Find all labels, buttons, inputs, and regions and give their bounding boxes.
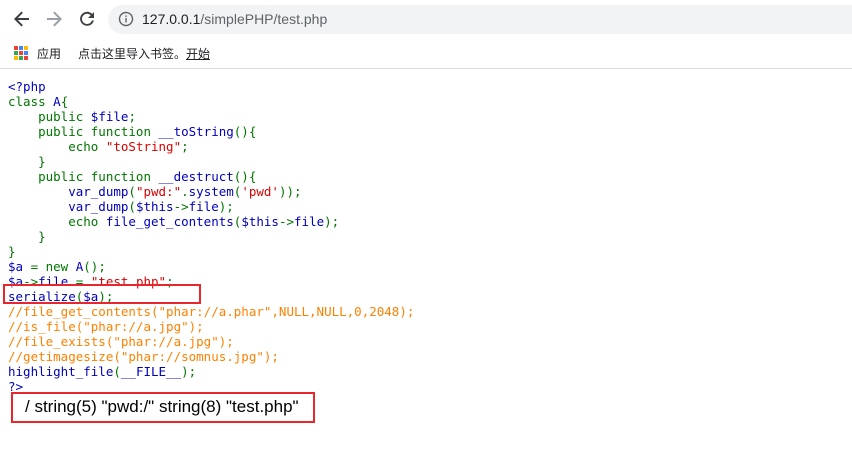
code-token: -> xyxy=(173,199,189,214)
code-line: public function __toString(){ xyxy=(8,124,414,139)
code-line: $a = new A(); xyxy=(8,259,414,274)
code-token: -> xyxy=(278,214,295,229)
code-token: } xyxy=(8,154,46,169)
apps-grid-dot xyxy=(14,46,18,50)
code-token: ); xyxy=(181,364,197,379)
code-line: //file_get_contents("phar://a.phar",NULL… xyxy=(8,304,414,319)
code-line: class A{ xyxy=(8,94,414,109)
code-line: public function __destruct(){ xyxy=(8,169,414,184)
forward-button[interactable] xyxy=(42,7,66,31)
code-line: //file_exists("phar://a.jpg"); xyxy=(8,334,414,349)
code-token: __toString xyxy=(158,124,234,139)
code-token: A xyxy=(53,94,61,109)
script-output: / string(5) "pwd:/" string(8) "test.php" xyxy=(25,397,299,416)
code-token: public xyxy=(8,109,91,124)
code-token: file xyxy=(294,214,325,229)
apps-grid-dot xyxy=(14,56,18,60)
code-token: __FILE__ xyxy=(120,364,182,379)
reload-icon xyxy=(80,11,94,26)
code-token: ; xyxy=(181,139,189,154)
code-token: ; xyxy=(128,109,136,124)
apps-grid-icon xyxy=(14,46,28,60)
code-token: { xyxy=(60,94,69,109)
code-token: $this xyxy=(241,214,279,229)
code-token: ( xyxy=(128,184,136,199)
code-line: //is_file("phar://a.jpg"); xyxy=(8,319,414,334)
url-host: 127.0.0.1 xyxy=(142,11,201,27)
code-token: var_dump xyxy=(8,199,129,214)
code-line: } xyxy=(8,229,414,244)
info-icon[interactable] xyxy=(118,11,134,27)
address-bar[interactable]: 127.0.0.1/simplePHP/test.php xyxy=(108,5,852,34)
import-start-link[interactable]: 开始 xyxy=(186,47,210,61)
code-token: 'pwd' xyxy=(241,184,279,199)
apps-label: 应用 xyxy=(37,46,62,61)
url-text[interactable]: 127.0.0.1/simplePHP/test.php xyxy=(142,5,327,34)
code-token: //getimagesize("phar://somnus.jpg"); xyxy=(8,349,279,364)
code-token: ); xyxy=(324,214,340,229)
code-token: <?php xyxy=(8,79,46,94)
code-token: echo xyxy=(8,214,106,229)
code-token: )); xyxy=(278,184,302,199)
apps-grid-dot xyxy=(24,56,28,60)
code-token: system xyxy=(188,184,234,199)
code-line: <?php xyxy=(8,79,414,94)
code-token: public function xyxy=(8,124,159,139)
code-line: echo "toString"; xyxy=(8,139,414,154)
apps-grid-dot xyxy=(14,51,18,55)
code-token: (){ xyxy=(233,169,257,184)
code-token: ( xyxy=(113,364,121,379)
code-token: ( xyxy=(128,199,136,214)
code-token: //is_file("phar://a.jpg"); xyxy=(8,319,204,334)
code-line: highlight_file(__FILE__); xyxy=(8,364,414,379)
back-button[interactable] xyxy=(10,7,34,31)
code-line: var_dump($this->file); xyxy=(8,199,414,214)
code-token: var_dump xyxy=(8,184,129,199)
url-path: /simplePHP/test.php xyxy=(200,11,328,27)
php-source-code: <?php class A{ public $file; public funct… xyxy=(8,79,414,394)
code-token: } xyxy=(8,229,46,244)
code-line: } xyxy=(8,244,414,259)
code-token: (){ xyxy=(233,124,257,139)
code-token: . xyxy=(181,184,189,199)
code-token: //file_get_contents("phar://a.phar",NULL… xyxy=(8,304,415,319)
code-token: highlight_file xyxy=(8,364,114,379)
code-token: $this xyxy=(135,199,174,214)
code-token: file_get_contents xyxy=(105,214,234,229)
code-token: "toString" xyxy=(105,139,182,154)
code-token: (); xyxy=(83,259,106,274)
apps-grid-dot xyxy=(24,51,28,55)
code-token: public function xyxy=(8,169,159,184)
code-line: echo file_get_contents($this->file); xyxy=(8,214,414,229)
code-token: //file_exists("phar://a.jpg"); xyxy=(8,334,234,349)
code-line: } xyxy=(8,154,414,169)
apps-grid-dot xyxy=(19,46,23,50)
browser-toolbar: 127.0.0.1/simplePHP/test.php xyxy=(0,0,852,38)
code-token: $file xyxy=(90,109,129,124)
code-token: "pwd:" xyxy=(135,184,182,199)
code-token: $a xyxy=(8,259,31,274)
apps-grid-dot xyxy=(19,51,23,55)
bookmarks-bar: 应用 点击这里导入书签。开始 xyxy=(0,38,852,69)
code-line: var_dump("pwd:".system('pwd')); xyxy=(8,184,414,199)
code-token: __destruct xyxy=(158,169,234,184)
code-line: public $file; xyxy=(8,109,414,124)
apps-grid-dot xyxy=(19,56,23,60)
code-token: ); xyxy=(218,199,234,214)
code-token: = new xyxy=(30,259,76,274)
code-token: class xyxy=(8,94,54,109)
code-token: echo xyxy=(8,139,106,154)
code-line: //getimagesize("phar://somnus.jpg"); xyxy=(8,349,414,364)
apps-shortcut[interactable]: 应用 xyxy=(14,45,61,61)
arrow-left-icon xyxy=(14,11,29,27)
code-token: } xyxy=(8,244,16,259)
serialize-highlight-box xyxy=(3,284,201,304)
import-bookmarks-hint: 点击这里导入书签。开始 xyxy=(78,45,210,62)
code-token: file xyxy=(188,199,219,214)
arrow-right-icon xyxy=(47,11,62,27)
reload-button[interactable] xyxy=(75,7,99,31)
import-bookmarks-text: 点击这里导入书签。 xyxy=(78,47,187,61)
apps-grid-dot xyxy=(24,46,28,50)
